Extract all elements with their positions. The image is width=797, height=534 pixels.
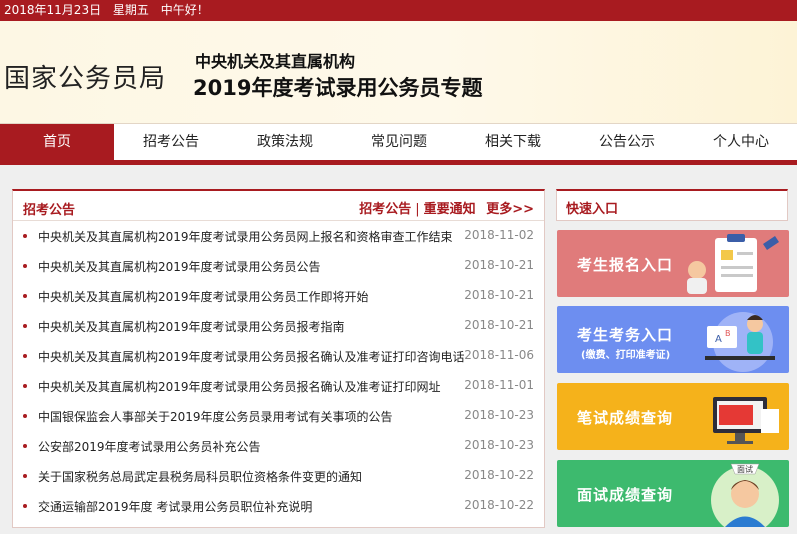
student-computer-icon: A B xyxy=(705,312,775,372)
link-separator: | xyxy=(415,202,420,217)
header-subtitle-org: 中央机关及其直属机构 xyxy=(195,52,356,71)
tile-label: 考生考务入口 xyxy=(577,326,674,344)
list-item[interactable]: 中央机关及其直属机构2019年度考试录用公务员报考指南 2018-10-21 xyxy=(13,311,544,341)
list-item[interactable]: 中央机关及其直属机构2019年度考试录用公务员网上报名和资格审查工作结束 2018… xyxy=(13,221,544,251)
list-item[interactable]: 中央机关及其直属机构2019年度考试录用公务员报名确认及准考证打印网址 2018-… xyxy=(13,371,544,401)
interview-person-icon: 面试 xyxy=(711,463,779,527)
news-title[interactable]: 中央机关及其直属机构2019年度考试录用公务员报名确认及准考证打印咨询电话 xyxy=(38,348,465,365)
nav-item-announcements[interactable]: 公告公示 xyxy=(570,124,684,161)
site-logo[interactable]: 国家公务员局 xyxy=(4,58,166,95)
nav-item-policy[interactable]: 政策法规 xyxy=(228,124,342,161)
nav-item-downloads[interactable]: 相关下载 xyxy=(456,124,570,161)
list-item[interactable]: 关于国家税务总局武定县税务局科员职位资格条件变更的通知 2018-10-22 xyxy=(13,461,544,491)
interview-score-query-button[interactable]: 面试成绩查询 面试 xyxy=(557,460,789,527)
news-date: 2018-11-01 xyxy=(464,378,534,392)
news-date: 2018-10-22 xyxy=(464,498,534,512)
more-link[interactable]: 更多>> xyxy=(486,202,534,217)
list-item[interactable]: 中央机关及其直属机构2019年度考试录用公务员公告 2018-10-21 xyxy=(13,251,544,281)
news-title[interactable]: 中央机关及其直属机构2019年度考试录用公务员网上报名和资格审查工作结束 xyxy=(38,228,453,245)
list-item[interactable]: 公安部2019年度考试录用公务员补充公告 2018-10-23 xyxy=(13,431,544,461)
written-score-query-button[interactable]: 笔试成绩查询 xyxy=(557,383,789,450)
news-title[interactable]: 交通运输部2019年度 考试录用公务员职位补充说明 xyxy=(38,498,312,515)
svg-text:B: B xyxy=(725,329,731,338)
news-date: 2018-10-21 xyxy=(464,288,534,302)
nav-item-home[interactable]: 首页 xyxy=(0,124,114,161)
list-item[interactable]: 中国银保监会人事部关于2019年度公务员录用考试有关事项的公告 2018-10-2… xyxy=(13,401,544,431)
news-title[interactable]: 中央机关及其直属机构2019年度考试录用公务员公告 xyxy=(38,258,321,275)
bullet-icon xyxy=(23,294,27,298)
quick-entry-header: 快速入口 xyxy=(556,189,788,221)
news-date: 2018-11-02 xyxy=(464,228,534,242)
header-subtitle-topic: 2019年度考试录用公务员专题 xyxy=(193,76,483,100)
bullet-icon xyxy=(23,234,27,238)
tile-label: 笔试成绩查询 xyxy=(577,409,674,427)
news-date: 2018-10-23 xyxy=(464,408,534,422)
nav-item-recruit-notice[interactable]: 招考公告 xyxy=(114,124,228,161)
site-header: 国家公务员局 中央机关及其直属机构 2019年度考试录用公务员专题 xyxy=(0,21,797,123)
bullet-icon xyxy=(23,474,27,478)
panel-title: 招考公告 xyxy=(23,203,76,218)
news-title[interactable]: 中央机关及其直属机构2019年度考试录用公务员报名确认及准考证打印网址 xyxy=(38,378,441,395)
main-nav: 首页 招考公告 政策法规 常见问题 相关下载 公告公示 个人中心 xyxy=(0,123,797,161)
bullet-icon xyxy=(23,414,27,418)
interview-badge-text: 面试 xyxy=(737,464,753,474)
panel-header: 招考公告 招考公告 | 重要通知 更多>> xyxy=(13,191,544,221)
monitor-book-icon xyxy=(713,397,779,444)
top-date-bar: 2018年11月23日 星期五 中午好！ xyxy=(0,0,797,21)
news-date: 2018-10-21 xyxy=(464,318,534,332)
nav-item-faq[interactable]: 常见问题 xyxy=(342,124,456,161)
panel-links: 招考公告 | 重要通知 更多>> xyxy=(359,198,534,217)
bullet-icon xyxy=(23,264,27,268)
weekday-text: 星期五 xyxy=(112,3,149,17)
news-date: 2018-10-23 xyxy=(464,438,534,452)
news-title[interactable]: 中国银保监会人事部关于2019年度公务员录用考试有关事项的公告 xyxy=(38,408,393,425)
quick-entry-title: 快速入口 xyxy=(566,202,619,217)
bullet-icon xyxy=(23,504,27,508)
bullet-icon xyxy=(23,324,27,328)
news-title[interactable]: 公安部2019年度考试录用公务员补充公告 xyxy=(38,438,261,455)
news-title[interactable]: 中央机关及其直属机构2019年度考试录用公务员报考指南 xyxy=(38,318,345,335)
bullet-icon xyxy=(23,384,27,388)
news-title[interactable]: 中央机关及其直属机构2019年度考试录用公务员工作即将开始 xyxy=(38,288,369,305)
bullet-icon xyxy=(23,354,27,358)
news-date: 2018-11-06 xyxy=(464,348,534,362)
registration-entry-button[interactable]: 考生报名入口 xyxy=(557,230,789,297)
exam-affairs-entry-button[interactable]: 考生考务入口 (缴费、打印准考证) A B xyxy=(557,306,789,373)
news-date: 2018-10-21 xyxy=(464,258,534,272)
svg-text:A: A xyxy=(715,334,722,345)
link-important-notice[interactable]: 重要通知 xyxy=(424,202,476,217)
link-recruit-notice[interactable]: 招考公告 xyxy=(359,202,411,217)
tile-label: 面试成绩查询 xyxy=(577,486,674,504)
news-title[interactable]: 关于国家税务总局武定县税务局科员职位资格条件变更的通知 xyxy=(38,468,362,485)
news-list: 中央机关及其直属机构2019年度考试录用公务员网上报名和资格审查工作结束 2018… xyxy=(13,221,544,521)
bullet-icon xyxy=(23,444,27,448)
date-text: 2018年11月23日 xyxy=(4,3,102,17)
clipboard-icon xyxy=(687,234,779,294)
news-date: 2018-10-22 xyxy=(464,468,534,482)
list-item[interactable]: 中央机关及其直属机构2019年度考试录用公务员工作即将开始 2018-10-21 xyxy=(13,281,544,311)
list-item[interactable]: 中央机关及其直属机构2019年度考试录用公务员报名确认及准考证打印咨询电话 201… xyxy=(13,341,544,371)
greeting-text: 中午好！ xyxy=(160,3,209,17)
nav-underline xyxy=(0,160,797,165)
recruit-notice-panel: 招考公告 招考公告 | 重要通知 更多>> 中央机关及其直属机构2019年度考试录用… xyxy=(12,189,545,528)
tile-sublabel: (缴费、打印准考证) xyxy=(581,350,671,361)
list-item[interactable]: 交通运输部2019年度 考试录用公务员职位补充说明 2018-10-22 xyxy=(13,491,544,521)
tile-label: 考生报名入口 xyxy=(577,256,674,274)
nav-item-personal-center[interactable]: 个人中心 xyxy=(684,124,797,161)
